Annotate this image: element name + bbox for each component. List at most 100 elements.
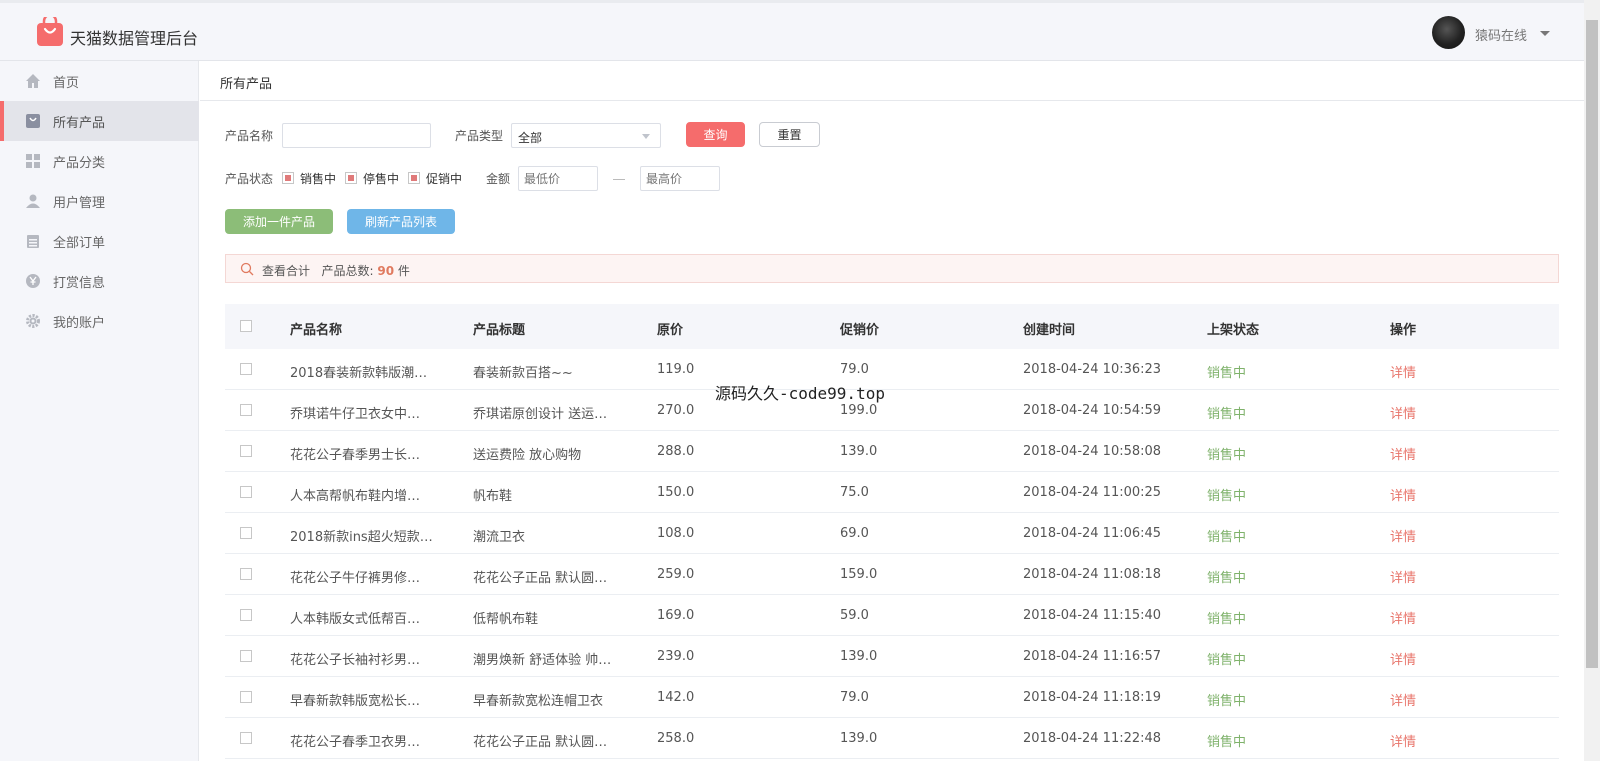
product-name-input[interactable] bbox=[282, 123, 431, 148]
row-checkbox[interactable] bbox=[240, 650, 252, 662]
detail-link[interactable]: 详情 bbox=[1390, 362, 1416, 381]
shopping-bag-logo-icon bbox=[37, 17, 63, 46]
sidebar: 首页 所有产品 产品分类 用户管理 全部订单 打赏信息 我的账户 bbox=[0, 61, 199, 761]
table-row: 花花公子长袖衬衫男… 潮男焕新 舒适体验 帅… 239.0 139.0 2018-04-… bbox=[225, 636, 1559, 677]
created-time-cell: 2018-04-24 11:00:25 bbox=[1023, 485, 1162, 500]
original-price-cell: 288.0 bbox=[657, 444, 695, 459]
detail-link[interactable]: 详情 bbox=[1390, 649, 1416, 668]
detail-link[interactable]: 详情 bbox=[1390, 403, 1416, 422]
refresh-list-button[interactable]: 刷新产品列表 bbox=[347, 209, 455, 234]
sidebar-item-label: 全部订单 bbox=[53, 235, 106, 251]
promo-price-cell: 139.0 bbox=[840, 649, 878, 664]
sidebar-item-users[interactable]: 用户管理 bbox=[0, 181, 199, 221]
detail-link[interactable]: 详情 bbox=[1390, 567, 1416, 586]
username[interactable]: 猿码在线 bbox=[1475, 25, 1527, 44]
avatar[interactable] bbox=[1432, 16, 1465, 49]
status-on-sale-checkbox[interactable] bbox=[282, 172, 294, 184]
product-type-select[interactable]: 全部 bbox=[511, 123, 661, 148]
grid-icon bbox=[25, 153, 41, 169]
summary-total-count: 90 bbox=[377, 264, 395, 278]
row-checkbox[interactable] bbox=[240, 363, 252, 375]
row-checkbox[interactable] bbox=[240, 527, 252, 539]
scrollbar-thumb[interactable] bbox=[1586, 20, 1598, 668]
summary-total-label: 产品总数: bbox=[321, 264, 374, 278]
original-price-cell: 169.0 bbox=[657, 608, 695, 623]
detail-link[interactable]: 详情 bbox=[1390, 608, 1416, 627]
column-header[interactable]: 创建时间 bbox=[1023, 319, 1075, 338]
gear-icon bbox=[25, 313, 41, 329]
status-cell: 销售中 bbox=[1207, 571, 1247, 586]
status-cell: 销售中 bbox=[1207, 407, 1247, 422]
status-stopped-label: 停售中 bbox=[363, 172, 400, 186]
row-checkbox[interactable] bbox=[240, 486, 252, 498]
row-checkbox[interactable] bbox=[240, 691, 252, 703]
promo-price-cell: 139.0 bbox=[840, 731, 878, 746]
product-title-cell: 花花公子正品 默认圆… bbox=[473, 735, 608, 750]
column-header[interactable]: 产品名称 bbox=[290, 319, 342, 338]
status-cell: 销售中 bbox=[1207, 694, 1247, 709]
sidebar-item-account[interactable]: 我的账户 bbox=[0, 301, 199, 341]
max-price-input[interactable] bbox=[640, 166, 720, 191]
detail-link[interactable]: 详情 bbox=[1390, 731, 1416, 750]
product-name-cell: 乔琪诺牛仔卫衣女中… bbox=[290, 407, 421, 422]
select-all-checkbox[interactable] bbox=[240, 320, 252, 332]
column-header[interactable]: 操作 bbox=[1390, 319, 1416, 338]
sidebar-item-orders[interactable]: 全部订单 bbox=[0, 221, 199, 261]
row-checkbox[interactable] bbox=[240, 445, 252, 457]
summary-prefix: 查看合计 bbox=[262, 264, 311, 278]
sidebar-item-home[interactable]: 首页 bbox=[0, 61, 199, 101]
row-checkbox[interactable] bbox=[240, 568, 252, 580]
product-title-cell: 送运费险 放心购物 bbox=[473, 448, 582, 463]
created-time-cell: 2018-04-24 11:08:18 bbox=[1023, 567, 1162, 582]
promo-price-cell: 59.0 bbox=[840, 608, 869, 623]
detail-link[interactable]: 详情 bbox=[1390, 444, 1416, 463]
column-header[interactable]: 产品标题 bbox=[473, 319, 525, 338]
promo-price-cell: 79.0 bbox=[840, 690, 869, 705]
status-cell: 销售中 bbox=[1207, 448, 1247, 463]
detail-link[interactable]: 详情 bbox=[1390, 690, 1416, 709]
watermark-text: 源码久久-code99.top bbox=[715, 384, 885, 403]
original-price-cell: 258.0 bbox=[657, 731, 695, 746]
status-cell: 销售中 bbox=[1207, 530, 1247, 545]
add-product-button[interactable]: 添加一件产品 bbox=[225, 209, 333, 234]
clipboard-icon bbox=[25, 233, 41, 249]
table-row: 早春新款韩版宽松长… 早春新款宽松连帽卫衣 142.0 79.0 2018-04-24 … bbox=[225, 677, 1559, 718]
created-time-cell: 2018-04-24 11:18:19 bbox=[1023, 690, 1162, 705]
row-checkbox[interactable] bbox=[240, 404, 252, 416]
reset-button[interactable]: 重置 bbox=[759, 122, 820, 147]
product-title-cell: 帆布鞋 bbox=[473, 489, 513, 504]
sidebar-item-label: 产品分类 bbox=[53, 155, 106, 171]
original-price-cell: 270.0 bbox=[657, 403, 695, 418]
product-name-cell: 花花公子长袖衬衫男… bbox=[290, 653, 421, 668]
row-checkbox[interactable] bbox=[240, 732, 252, 744]
scrollbar[interactable] bbox=[1584, 0, 1600, 761]
product-type-label: 产品类型 bbox=[455, 129, 504, 143]
original-price-cell: 108.0 bbox=[657, 526, 695, 541]
sidebar-item-rewards[interactable]: 打赏信息 bbox=[0, 261, 199, 301]
product-name-cell: 早春新款韩版宽松长… bbox=[290, 694, 421, 709]
column-header[interactable]: 促销价 bbox=[840, 319, 879, 338]
status-cell: 销售中 bbox=[1207, 489, 1247, 504]
sidebar-item-categories[interactable]: 产品分类 bbox=[0, 141, 199, 181]
table-row: 花花公子牛仔裤男修… 花花公子正品 默认圆… 259.0 159.0 2018-04-2… bbox=[225, 554, 1559, 595]
product-title-cell: 乔琪诺原创设计 送运… bbox=[473, 407, 608, 422]
sidebar-item-label: 打赏信息 bbox=[53, 275, 106, 291]
min-price-input[interactable] bbox=[518, 166, 598, 191]
row-checkbox[interactable] bbox=[240, 609, 252, 621]
column-header[interactable]: 原价 bbox=[657, 319, 683, 338]
detail-link[interactable]: 详情 bbox=[1390, 526, 1416, 545]
detail-link[interactable]: 详情 bbox=[1390, 485, 1416, 504]
range-dash bbox=[613, 179, 625, 180]
status-promo-checkbox[interactable] bbox=[408, 172, 420, 184]
query-button[interactable]: 查询 bbox=[686, 122, 745, 147]
product-title-cell: 早春新款宽松连帽卫衣 bbox=[473, 694, 604, 709]
sidebar-item-all-products[interactable]: 所有产品 bbox=[0, 101, 199, 141]
product-name-cell: 花花公子春季卫衣男… bbox=[290, 735, 421, 750]
status-stopped-checkbox[interactable] bbox=[345, 172, 357, 184]
yen-icon bbox=[25, 273, 41, 289]
original-price-cell: 119.0 bbox=[657, 362, 695, 377]
product-title-cell: 花花公子正品 默认圆… bbox=[473, 571, 608, 586]
breadcrumb-bar: 所有产品 bbox=[200, 61, 1584, 101]
column-header[interactable]: 上架状态 bbox=[1207, 319, 1259, 338]
chevron-down-icon[interactable] bbox=[1540, 31, 1550, 36]
